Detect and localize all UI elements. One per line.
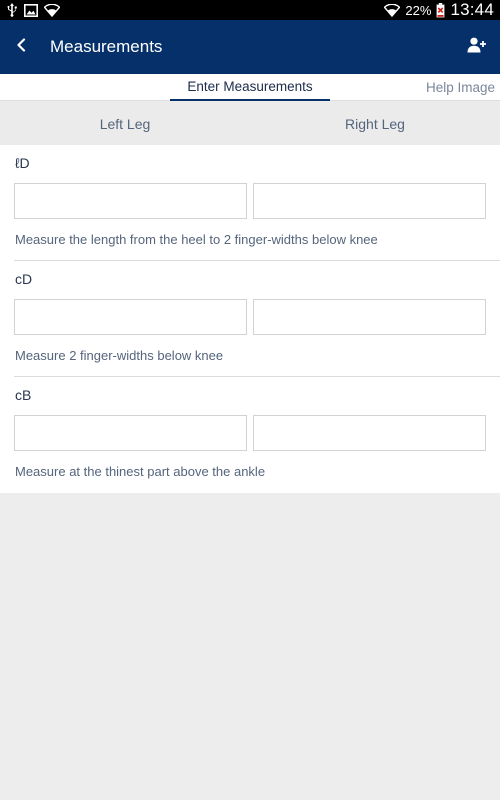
wifi-icon <box>44 3 60 17</box>
right-leg-input[interactable] <box>253 415 486 451</box>
left-leg-input[interactable] <box>14 415 247 451</box>
add-user-icon <box>467 37 487 58</box>
right-leg-label: Right Leg <box>345 115 405 132</box>
back-button[interactable] <box>0 20 42 74</box>
measurement-hint: Measure the length from the heel to 2 fi… <box>15 232 378 247</box>
measurement-section-cd: cD Measure 2 finger-widths below knee <box>0 261 500 377</box>
measurement-section-cb: cB Measure at the thinest part above the… <box>0 377 500 493</box>
left-leg-input[interactable] <box>14 299 247 335</box>
tab-bar: Enter Measurements Help Image <box>0 74 500 101</box>
battery-icon <box>436 2 445 18</box>
leg-header: Left Leg Right Leg <box>0 102 500 145</box>
usb-icon <box>6 3 18 17</box>
status-left-icons <box>0 3 60 17</box>
left-leg-input[interactable] <box>14 183 247 219</box>
measurement-form: ℓD Measure the length from the heel to 2… <box>0 145 500 493</box>
right-leg-input[interactable] <box>253 183 486 219</box>
clock: 13:44 <box>450 0 494 19</box>
measurement-label: ℓD <box>15 155 30 171</box>
measurement-label: cD <box>15 271 33 287</box>
tab-help-image[interactable]: Help Image <box>400 74 500 101</box>
measurement-label: cB <box>15 387 32 403</box>
measurement-section-ld: ℓD Measure the length from the heel to 2… <box>0 145 500 261</box>
measurement-hint: Measure at the thinest part above the an… <box>15 464 266 479</box>
tab-enter-measurements[interactable]: Enter Measurements <box>170 74 330 101</box>
measurement-hint: Measure 2 finger-widths below knee <box>15 348 224 363</box>
add-user-button[interactable] <box>454 20 500 74</box>
status-bar: 22% 13:44 <box>0 0 500 20</box>
right-leg-input[interactable] <box>253 299 486 335</box>
battery-percent: 22% <box>405 2 432 18</box>
chevron-left-icon <box>16 37 26 57</box>
app-bar: Measurements <box>0 20 500 74</box>
wifi-icon <box>384 3 401 17</box>
page-title: Measurements <box>50 37 163 56</box>
status-right-icons: 22% 13:44 <box>384 0 500 20</box>
image-icon <box>24 3 38 17</box>
left-leg-label: Left Leg <box>99 115 151 132</box>
